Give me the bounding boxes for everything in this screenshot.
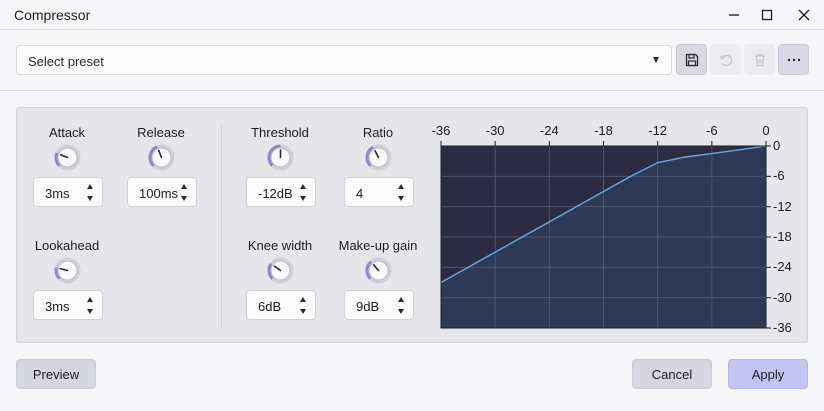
preview-button[interactable]: Preview [16, 359, 96, 389]
y-tick-label: -6 [773, 168, 785, 184]
undo-button[interactable] [710, 44, 741, 75]
compressor-panel: Attack 3ms Release 100ms Lookahead 3ms T… [16, 107, 808, 343]
window-title: Compressor [14, 7, 91, 23]
y-tick-label: 0 [773, 138, 781, 153]
y-tick-label: -30 [773, 289, 792, 305]
y-tick-label: -24 [773, 259, 792, 275]
minimize-icon [729, 14, 739, 16]
close-icon [798, 9, 810, 21]
y-tick-label: -12 [773, 198, 792, 214]
x-tick-label: -18 [594, 123, 613, 138]
x-tick-label: -12 [648, 123, 668, 138]
trash-icon [754, 53, 765, 66]
x-tick-label: -36 [431, 123, 451, 138]
apply-button[interactable]: Apply [728, 359, 808, 389]
preset-dropdown[interactable]: Select preset [16, 45, 672, 75]
y-tick-label: -18 [773, 229, 792, 244]
more-options-button[interactable] [778, 44, 809, 75]
y-tick-label: -36 [773, 320, 792, 335]
transfer-curve-svg [440, 141, 771, 329]
close-button[interactable] [790, 4, 818, 26]
save-preset-button[interactable] [676, 44, 707, 75]
maximize-button[interactable] [753, 4, 781, 26]
preset-bar: Select preset [0, 29, 824, 91]
chevron-down-icon [653, 57, 659, 63]
save-icon [685, 53, 698, 66]
maximize-icon [761, 9, 773, 21]
x-tick-label: -30 [485, 123, 505, 138]
x-tick-label: 0 [762, 123, 770, 138]
undo-icon [719, 54, 732, 66]
x-tick-label: -6 [706, 123, 718, 138]
more-horizontal-icon [787, 58, 800, 61]
preset-dropdown-value: Select preset [28, 54, 104, 69]
cancel-button[interactable]: Cancel [632, 359, 712, 389]
minimize-button[interactable] [720, 4, 748, 26]
x-tick-label: -24 [539, 123, 559, 138]
title-bar: Compressor [0, 0, 824, 29]
delete-preset-button[interactable] [744, 44, 775, 75]
